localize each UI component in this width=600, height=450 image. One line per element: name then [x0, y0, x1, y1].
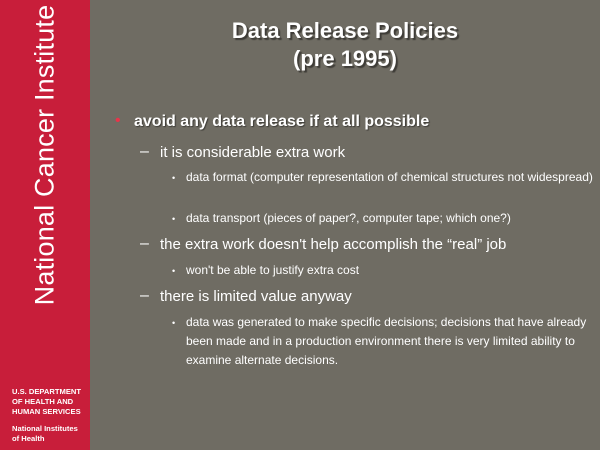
sub-bullet-2: the extra work doesn't help accomplish t… [160, 236, 507, 253]
bullet-dot-icon: • [115, 112, 121, 129]
dash-icon: – [140, 287, 149, 304]
main-bullet: avoid any data release if at all possibl… [134, 113, 430, 130]
detail-bullet: won't be able to justify extra cost [186, 263, 360, 277]
dash-icon: – [140, 143, 149, 160]
detail-bullet: data was generated to make specific deci… [186, 315, 587, 367]
dash-icon: – [140, 235, 149, 252]
bullet-dot-icon: • [172, 266, 176, 276]
slide-content: • avoid any data release if at all possi… [0, 0, 600, 450]
bullet-dot-icon: • [172, 318, 176, 328]
sub-bullet-3: there is limited value anyway [160, 288, 352, 305]
detail-bullet: data format (computer representation of … [186, 170, 593, 184]
bullet-dot-icon: • [172, 214, 176, 224]
bullet-dot-icon: • [172, 173, 176, 183]
detail-bullet: data transport (pieces of paper?, comput… [186, 211, 511, 225]
sub-bullet-1: it is considerable extra work [160, 144, 346, 161]
